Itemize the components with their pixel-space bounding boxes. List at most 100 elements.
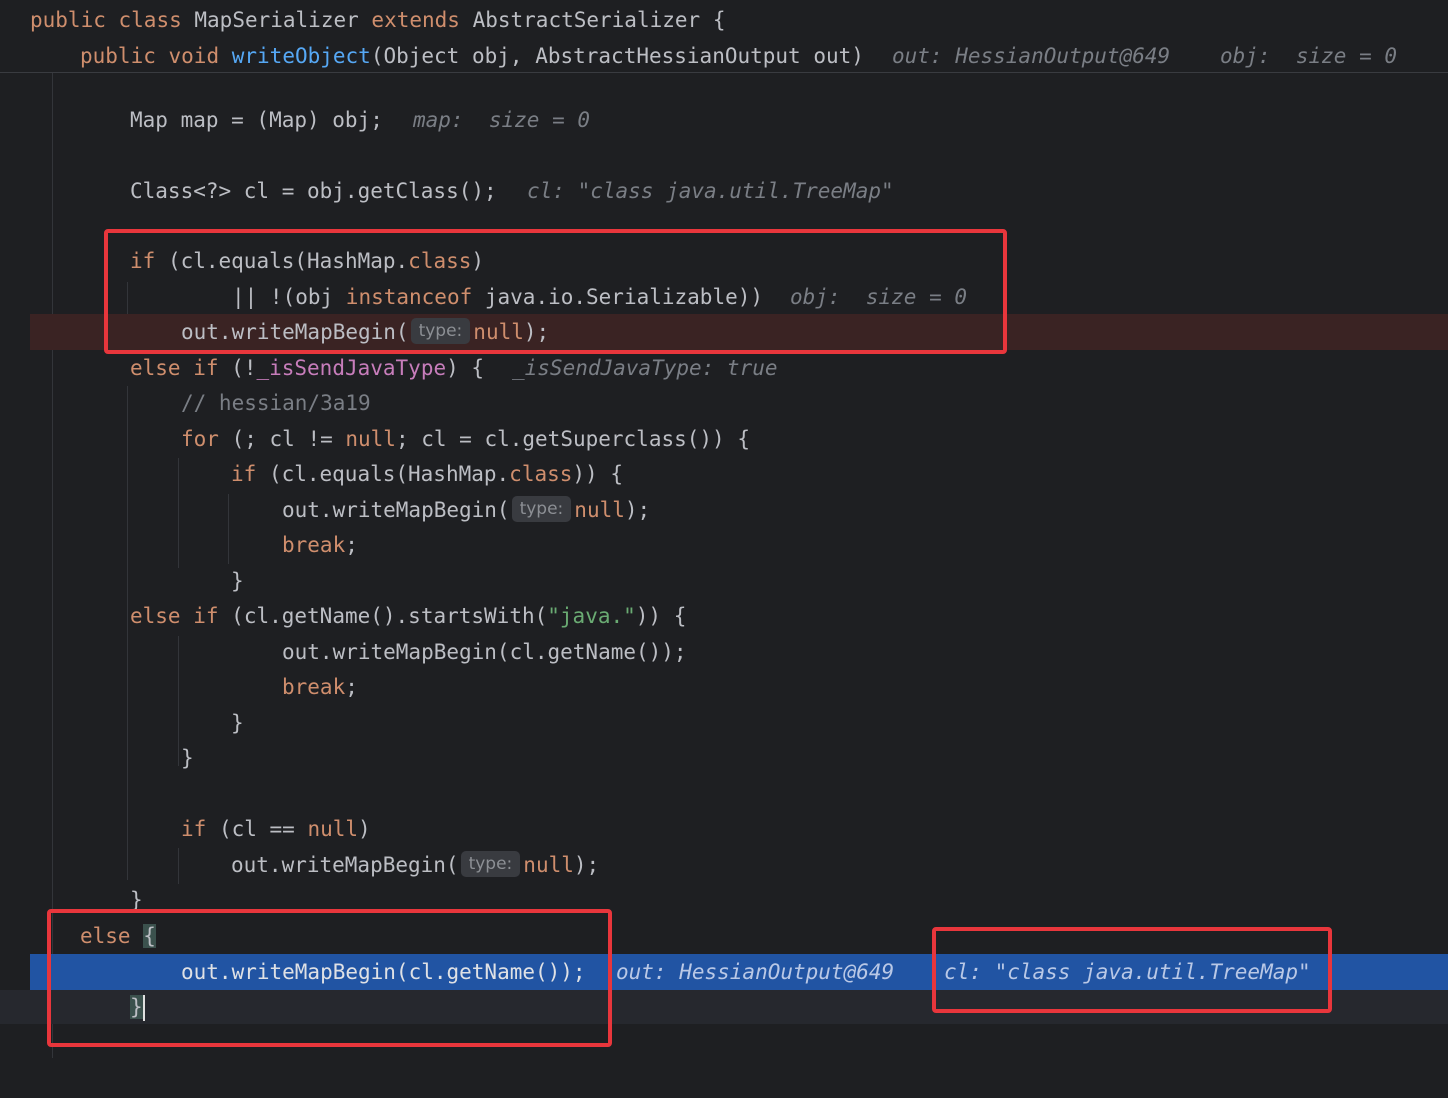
keyword: if xyxy=(231,462,257,486)
code-text: (cl.equals(HashMap. xyxy=(155,249,409,273)
code-text: Class<?> cl = obj.getClass(); xyxy=(130,179,497,203)
code-line[interactable]: if (cl == null) xyxy=(0,811,1448,847)
keyword: break xyxy=(282,675,346,699)
code-line[interactable]: Class<?> cl = obj.getClass(); cl: "class… xyxy=(0,173,1448,209)
code-text: } xyxy=(231,711,244,735)
inline-debug-hint: cl: "class java.util.TreeMap" xyxy=(527,179,894,203)
code-text: ); xyxy=(624,498,651,522)
inline-debug-hint: _isSendJavaType: true xyxy=(512,356,778,380)
keyword: public xyxy=(30,8,106,32)
code-line[interactable]: else { xyxy=(0,918,1448,954)
keyword: if xyxy=(181,817,207,841)
code-text: } xyxy=(231,569,244,593)
code-text: ; xyxy=(345,533,358,557)
keyword: for xyxy=(181,427,219,451)
keyword: if xyxy=(193,356,219,380)
method-declaration-line[interactable]: public void writeObject(Object obj, Abst… xyxy=(0,38,1448,74)
code-line[interactable]: break; xyxy=(0,527,1448,563)
code-text: (cl.getName().startsWith( xyxy=(218,604,548,628)
matched-brace: { xyxy=(143,924,156,948)
keyword: if xyxy=(130,249,156,273)
keyword: instanceof xyxy=(345,285,473,309)
code-text: out.writeMapBegin( xyxy=(282,498,510,522)
code-text: )) { xyxy=(572,462,623,486)
keyword: class xyxy=(408,249,472,273)
code-line[interactable]: out.writeMapBegin(cl.getName()); xyxy=(0,634,1448,670)
code-text: ) xyxy=(471,249,485,273)
code-text: Map map = (Map) obj; xyxy=(130,108,383,132)
keyword: null xyxy=(523,853,574,877)
code-line[interactable]: out.writeMapBegin(type: null); xyxy=(0,847,1448,883)
inline-debug-hint: cl: "class java.util.TreeMap" xyxy=(944,960,1311,984)
code-text: (! xyxy=(218,356,257,380)
code-line[interactable]: } xyxy=(0,705,1448,741)
keyword: class xyxy=(509,462,573,486)
code-text: out.writeMapBegin( xyxy=(181,320,409,344)
sticky-header: public class MapSerializer extends Abstr… xyxy=(0,0,1448,73)
code-text: (cl == xyxy=(206,817,308,841)
code-text: )) { xyxy=(635,604,687,628)
class-declaration-line[interactable]: public class MapSerializer extends Abstr… xyxy=(0,2,1448,38)
code-text: (cl.equals(HashMap. xyxy=(256,462,510,486)
keyword: extends xyxy=(371,8,460,32)
code-text: ) xyxy=(358,817,371,841)
code-line[interactable]: } xyxy=(0,882,1448,918)
keyword: if xyxy=(193,604,219,628)
keyword: else xyxy=(130,356,181,380)
text-cursor xyxy=(142,995,145,1021)
inline-debug-hint: out: HessianOutput@649 xyxy=(892,44,1171,68)
method-name: writeObject xyxy=(231,44,371,68)
string-literal: "java." xyxy=(547,604,636,628)
keyword: null xyxy=(307,817,359,841)
code-text: ) { xyxy=(446,356,485,380)
matched-brace: } xyxy=(130,995,143,1019)
code-text: out.writeMapBegin(cl.getName()); xyxy=(181,960,586,984)
code-line-execution-point[interactable]: out.writeMapBegin(cl.getName()); out: He… xyxy=(0,954,1448,990)
code-line-current[interactable]: } xyxy=(0,989,1448,1025)
code-text: (; cl != xyxy=(218,427,346,451)
code-text: ); xyxy=(523,320,550,344)
inline-debug-hint: obj: size = 0 xyxy=(1220,44,1398,68)
code-line[interactable]: for (; cl != null; cl = cl.getSuperclass… xyxy=(0,421,1448,457)
keyword: null xyxy=(473,320,524,344)
brace: { xyxy=(712,8,726,32)
keyword: void xyxy=(168,44,220,68)
class-name: MapSerializer xyxy=(194,8,359,32)
inline-debug-hint: out: HessianOutput@649 xyxy=(616,960,895,984)
code-text: out.writeMapBegin( xyxy=(231,853,459,877)
keyword: class xyxy=(118,8,182,32)
code-line[interactable]: if (cl.equals(HashMap.class) xyxy=(0,243,1448,279)
code-line[interactable]: // hessian/3a19 xyxy=(0,385,1448,421)
code-line[interactable]: } xyxy=(0,563,1448,599)
code-text: ); xyxy=(573,853,600,877)
parameter-hint-badge: type: xyxy=(511,496,572,522)
code-text: ; cl = cl.getSuperclass()) { xyxy=(395,427,750,451)
code-line[interactable]: out.writeMapBegin(type: null); xyxy=(0,492,1448,528)
code-line[interactable]: || !(obj instanceof java.io.Serializable… xyxy=(0,279,1448,315)
code-line[interactable]: Map map = (Map) obj; map: size = 0 xyxy=(0,102,1448,138)
code-text: || !(obj xyxy=(232,285,346,309)
code-text: java.io.Serializable)) xyxy=(472,285,764,309)
code-line[interactable]: else if (!_isSendJavaType) { _isSendJava… xyxy=(0,350,1448,386)
keyword: null xyxy=(345,427,396,451)
code-text: ; xyxy=(345,675,358,699)
code-line-breakpoint[interactable]: out.writeMapBegin(type: null); xyxy=(0,314,1448,350)
inline-debug-hint: obj: size = 0 xyxy=(790,285,968,309)
keyword: else xyxy=(130,604,181,628)
code-line[interactable]: } xyxy=(0,740,1448,776)
code-line[interactable]: if (cl.equals(HashMap.class)) { xyxy=(0,456,1448,492)
inline-debug-hint: map: size = 0 xyxy=(413,108,591,132)
code-text: } xyxy=(130,888,143,912)
code-comment: // hessian/3a19 xyxy=(181,391,371,415)
method-params: (Object obj, AbstractHessianOutput out) xyxy=(370,44,864,68)
parameter-hint-badge: type: xyxy=(410,318,471,344)
keyword: break xyxy=(282,533,346,557)
keyword: null xyxy=(574,498,625,522)
code-text: } xyxy=(181,746,194,770)
code-text: out.writeMapBegin(cl.getName()); xyxy=(282,640,687,664)
keyword: public xyxy=(80,44,156,68)
parameter-hint-badge: type: xyxy=(460,851,521,877)
parent-class: AbstractSerializer xyxy=(472,8,701,32)
code-line[interactable]: else if (cl.getName().startsWith("java."… xyxy=(0,598,1448,634)
code-line[interactable]: break; xyxy=(0,669,1448,705)
